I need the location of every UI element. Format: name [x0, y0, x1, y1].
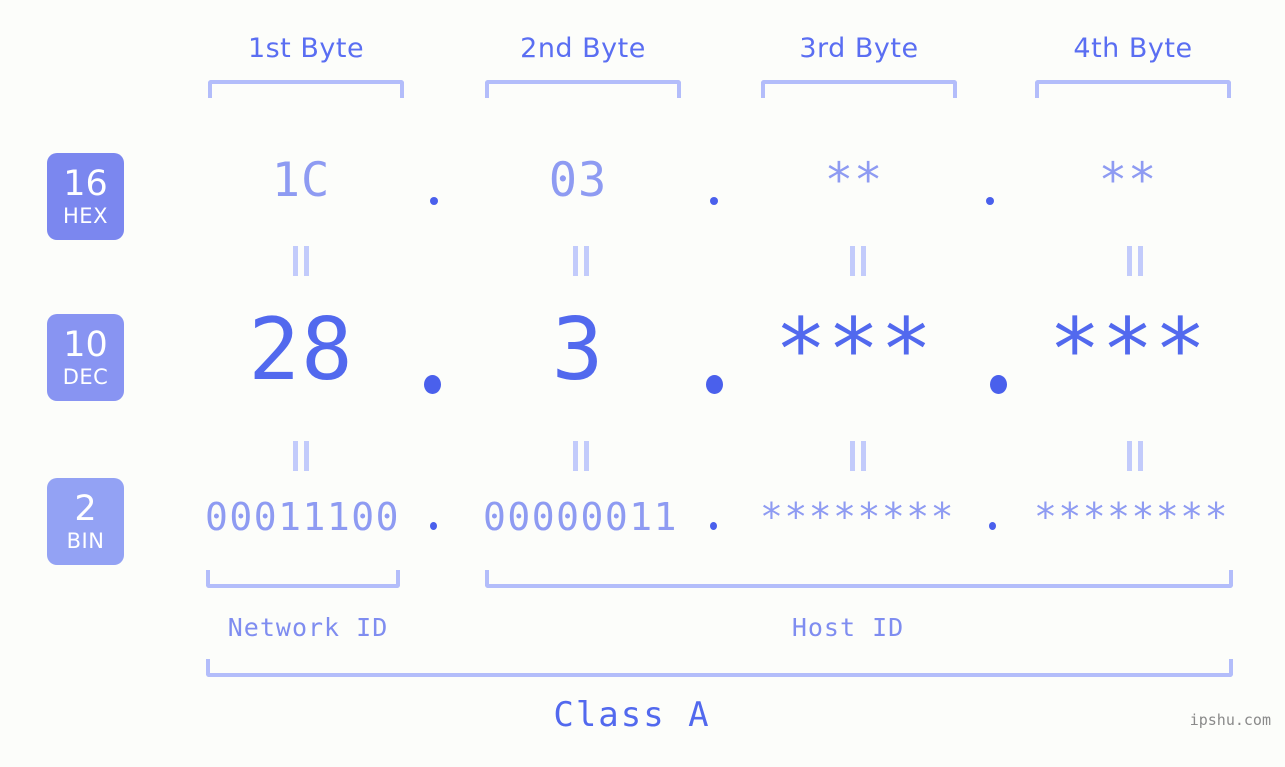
site-watermark: ipshu.com [1189, 711, 1271, 729]
dec-separator-dot-3 [990, 375, 1007, 394]
dec-byte-2-value: 3 [551, 300, 605, 400]
byte-header-3: 3rd Byte [799, 33, 919, 64]
byte-bracket-top-4 [1035, 80, 1231, 98]
hex-byte-2-value: 03 [548, 153, 608, 208]
equals-dec-bin-2 [570, 441, 592, 471]
base-badge-hex-number: 16 [63, 163, 108, 204]
hex-separator-dot-1 [430, 197, 438, 205]
base-badge-bin-number: 2 [74, 488, 97, 529]
byte-bracket-top-1 [208, 80, 404, 98]
bin-separator-dot-2 [710, 522, 717, 530]
byte-bracket-top-2 [485, 80, 681, 98]
dec-byte-4-value: *** [1048, 300, 1208, 400]
class-bracket [206, 659, 1233, 677]
base-badge-hex-name: HEX [63, 203, 108, 228]
base-badge-dec-name: DEC [62, 364, 109, 389]
ip-address-breakdown-diagram: 1st Byte 2nd Byte 3rd Byte 4th Byte 16 H… [0, 0, 1285, 767]
class-label: Class A [553, 695, 711, 735]
byte-header-2: 2nd Byte [520, 33, 646, 64]
byte-header-1: 1st Byte [247, 33, 365, 64]
base-badge-hex: 16 HEX [47, 153, 124, 240]
hex-byte-3-value: ** [824, 153, 884, 208]
dec-separator-dot-1 [424, 375, 441, 394]
equals-dec-bin-1 [290, 441, 312, 471]
equals-hex-dec-2 [570, 246, 592, 276]
byte-header-4: 4th Byte [1073, 33, 1193, 64]
bin-separator-dot-3 [989, 522, 996, 530]
equals-hex-dec-3 [847, 246, 869, 276]
equals-hex-dec-1 [290, 246, 312, 276]
hex-byte-4-value: ** [1098, 153, 1158, 208]
network-id-bracket [206, 570, 400, 588]
bin-separator-dot-1 [430, 522, 437, 530]
bin-byte-2-value: 00000011 [482, 495, 679, 539]
equals-hex-dec-4 [1124, 246, 1146, 276]
hex-separator-dot-2 [710, 197, 718, 205]
base-badge-bin-name: BIN [66, 528, 105, 553]
dec-byte-1-value: 28 [248, 300, 354, 400]
dec-byte-3-value: *** [774, 300, 934, 400]
equals-dec-bin-3 [847, 441, 869, 471]
equals-dec-bin-4 [1124, 441, 1146, 471]
bin-byte-1-value: 00011100 [204, 495, 401, 539]
host-id-bracket [485, 570, 1233, 588]
hex-byte-1-value: 1C [271, 153, 331, 208]
bin-byte-4-value: ******** [1033, 495, 1230, 539]
base-badge-dec: 10 DEC [47, 314, 124, 401]
dec-separator-dot-2 [706, 375, 723, 394]
base-badge-dec-number: 10 [63, 324, 108, 365]
base-badge-bin: 2 BIN [47, 478, 124, 565]
host-id-label: Host ID [791, 613, 905, 642]
network-id-label: Network ID [227, 613, 389, 642]
hex-separator-dot-3 [986, 197, 994, 205]
bin-byte-3-value: ******** [759, 495, 956, 539]
byte-bracket-top-3 [761, 80, 957, 98]
